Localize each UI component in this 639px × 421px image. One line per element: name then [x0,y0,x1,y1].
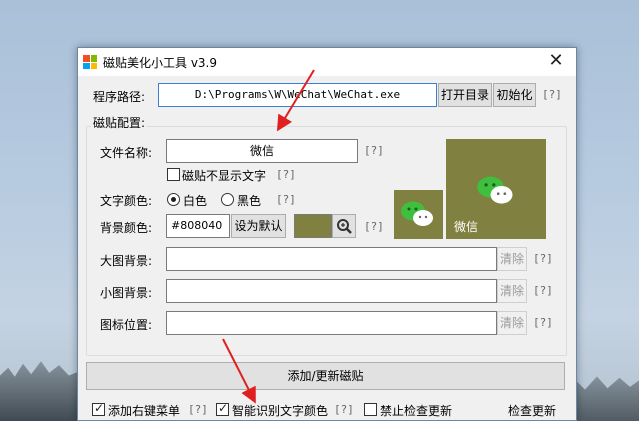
smart-color-checkbox[interactable] [216,401,229,416]
check-update-link[interactable]: 检查更新 [508,402,556,419]
small-bg-input[interactable] [166,279,497,303]
icon-position-input[interactable] [166,311,497,335]
color-picker-button[interactable] [332,214,356,238]
app-logo-icon [83,55,97,69]
large-tile-preview: 微信 [446,139,546,239]
file-name-input[interactable]: 微信 [166,139,358,163]
small-tile-preview [394,190,443,239]
icon-position-label: 图标位置: [100,318,153,332]
hide-text-checkbox[interactable] [167,168,180,181]
window-title: 磁贴美化小工具 v3.9 [103,56,218,70]
smart-color-label: 智能识别文字颜色 [232,404,329,418]
smart-color-help[interactable]: [?] [334,403,354,416]
tile-config-title: 磁贴配置: [91,114,148,131]
large-bg-clear-button[interactable]: 清除 [497,247,527,271]
hide-text-help[interactable]: [?] [276,168,296,181]
small-bg-clear-button[interactable]: 清除 [497,279,527,303]
program-path-input[interactable]: D:\Programs\W\WeChat\WeChat.exe [158,83,437,107]
context-menu-help[interactable]: [?] [188,403,208,416]
icon-position-clear-button[interactable]: 清除 [497,311,527,335]
hide-text-label: 磁贴不显示文字 [182,169,267,183]
text-color-white-label: 白色 [183,194,208,208]
program-path-label: 程序路径: [93,90,146,104]
status-bar: 添加右键菜单 [?] 智能识别文字颜色 [?] 禁止检查更新 检查更新 [78,400,576,421]
context-menu-label: 添加右键菜单 [108,404,181,418]
wechat-icon [477,176,513,204]
close-button[interactable]: ✕ [536,48,576,76]
text-color-white-radio[interactable] [167,193,180,206]
magnifier-icon [337,219,352,234]
text-color-label: 文字颜色: [100,194,153,208]
title-bar[interactable]: 磁贴美化小工具 v3.9 ✕ [78,48,576,76]
file-name-help[interactable]: [?] [364,144,384,157]
large-bg-help[interactable]: [?] [533,252,553,265]
wechat-icon [401,201,433,226]
set-default-button[interactable]: 设为默认 [231,214,286,238]
icon-position-help[interactable]: [?] [533,316,553,329]
disable-update-checkbox[interactable] [364,403,377,416]
bg-color-label: 背景颜色: [100,221,153,235]
text-color-black-label: 黑色 [237,194,262,208]
bg-color-input[interactable]: #808040 [166,214,230,238]
text-color-black-radio[interactable] [221,193,234,206]
bg-color-swatch[interactable] [294,214,332,238]
small-bg-label: 小图背景: [100,286,153,300]
disable-update-label: 禁止检查更新 [380,404,453,418]
context-menu-checkbox[interactable] [92,401,105,416]
open-directory-button[interactable]: 打开目录 [438,83,492,107]
large-bg-label: 大图背景: [100,254,153,268]
small-bg-help[interactable]: [?] [533,284,553,297]
file-name-label: 文件名称: [100,146,153,160]
background-trees-left [0,361,82,421]
large-tile-label: 微信 [454,220,479,234]
app-window: 磁贴美化小工具 v3.9 ✕ 程序路径: D:\Programs\W\WeCha… [77,47,577,421]
add-update-tile-button[interactable]: 添加/更新磁贴 [86,362,565,390]
initialize-button[interactable]: 初始化 [493,83,536,107]
bg-color-help[interactable]: [?] [364,220,384,233]
large-bg-input[interactable] [166,247,497,271]
text-color-help[interactable]: [?] [276,193,296,206]
program-path-help[interactable]: [?] [542,88,562,101]
